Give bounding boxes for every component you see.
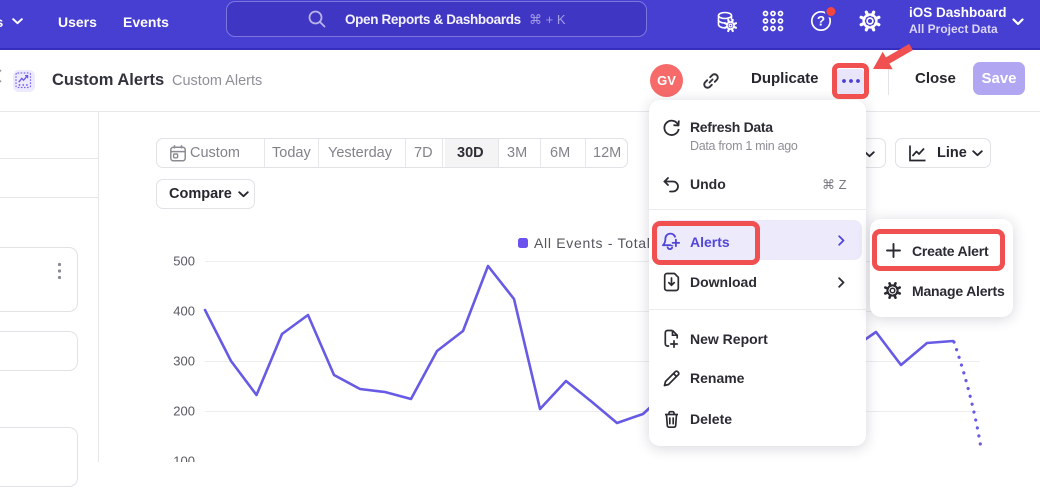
svg-text:500: 500 — [173, 254, 195, 269]
svg-text:All Events - Total: All Events - Total — [534, 235, 651, 251]
svg-text:200: 200 — [173, 404, 195, 419]
svg-text:400: 400 — [173, 304, 195, 319]
svg-text:100: 100 — [173, 454, 195, 463]
svg-text:300: 300 — [173, 354, 195, 369]
